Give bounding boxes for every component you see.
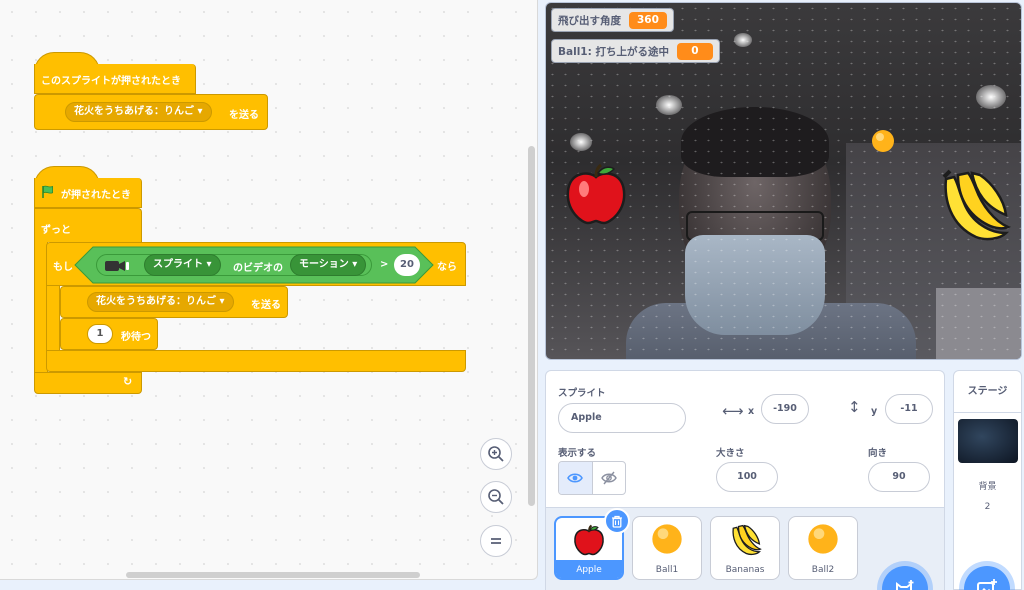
trash-icon	[612, 515, 622, 528]
dropdown-label: スプライト	[153, 259, 203, 270]
direction-label: 向き	[868, 448, 888, 459]
sprite-tile-name: Apple	[576, 565, 602, 575]
forever-block[interactable]: ずっと	[34, 208, 142, 242]
forever-label: ずっと	[41, 225, 71, 236]
dropdown-label: モーション	[299, 259, 349, 270]
horizontal-scrollbar[interactable]	[126, 572, 420, 578]
eye-icon	[567, 473, 584, 483]
show-label: 表示する	[558, 448, 597, 459]
sprite-label: スプライト	[558, 388, 606, 399]
then-label: なら	[437, 262, 457, 273]
video-attribute-dropdown[interactable]: モーション ▾	[290, 254, 367, 276]
wait-suffix: 秒待つ	[121, 332, 151, 343]
sprite-clicked-hat-block[interactable]: このスプライトが押されたとき	[34, 64, 196, 94]
wait-block[interactable]: 1 秒待つ	[60, 318, 158, 350]
dropdown-label: 花火をうちあげる：りんご	[96, 296, 216, 307]
eye-slash-icon	[600, 471, 617, 485]
green-flag-icon	[41, 185, 55, 202]
broadcast-block[interactable]: 花火をうちあげる：りんご ▾ を送る	[60, 286, 288, 318]
y-label: y	[871, 406, 878, 417]
stage-panel-title: ステージ	[954, 371, 1021, 413]
variable-monitor-angle[interactable]: 飛び出す角度 360	[551, 8, 674, 32]
visibility-toggle	[558, 461, 626, 495]
code-area[interactable]: このスプライトが押されたとき 花火をうちあげる：りんご ▾ を送る が押されたと…	[0, 0, 538, 580]
size-label: 大きさ	[716, 448, 745, 459]
monitor-label: Ball1: 打ち上がる途中	[558, 45, 669, 58]
ball-icon	[651, 523, 683, 559]
hat-block-label: このスプライトが押されたとき	[41, 76, 181, 87]
x-label: x	[748, 406, 755, 417]
delete-sprite-button[interactable]	[604, 508, 630, 534]
apple-sprite[interactable]	[564, 163, 628, 229]
chevron-down-icon: ▾	[197, 106, 203, 117]
chevron-down-icon: ▾	[206, 259, 212, 270]
backdrop-label: 背景	[978, 482, 997, 492]
sprite-tile-bananas[interactable]: Bananas	[710, 516, 780, 580]
sprite-tile-name: Bananas	[725, 565, 765, 575]
broadcast-suffix: を送る	[251, 300, 281, 311]
ball-sprite[interactable]	[871, 129, 895, 157]
chevron-down-icon: ▾	[219, 296, 225, 307]
zoom-in-button[interactable]	[480, 438, 512, 470]
forever-foot[interactable]: ↻	[34, 372, 142, 394]
monitor-value: 360	[629, 11, 667, 29]
bananas-icon	[728, 523, 762, 561]
broadcast-message-dropdown[interactable]: 花火をうちあげる：りんご ▾	[87, 292, 234, 312]
video-camera-icon	[104, 258, 130, 277]
hide-button[interactable]	[593, 462, 626, 494]
operator-label: >	[380, 259, 389, 270]
ball-icon	[807, 523, 839, 559]
sprite-tile-ball2[interactable]: Ball2	[788, 516, 858, 580]
x-position-field[interactable]: -190	[761, 394, 809, 424]
backdrop-count: 2	[984, 502, 991, 512]
dropdown-label: 花火をうちあげる：りんご	[74, 106, 194, 117]
video-of-label: のビデオの	[233, 263, 283, 274]
image-add-icon	[977, 579, 997, 590]
sprite-name-field[interactable]: Apple	[558, 403, 686, 433]
stage[interactable]: 飛び出す角度 360 Ball1: 打ち上がる途中 0	[545, 2, 1022, 360]
stage-panel[interactable]: ステージ 背景 2	[953, 370, 1022, 590]
stage-thumbnail[interactable]	[958, 419, 1018, 463]
scratch-editor: このスプライトが押されたとき 花火をうちあげる：りんご ▾ を送る が押されたと…	[0, 0, 1024, 590]
green-flag-hat-block[interactable]: が押されたとき	[34, 178, 142, 208]
wait-seconds-input[interactable]: 1	[87, 324, 113, 344]
zoom-in-icon	[488, 446, 504, 462]
monitor-value: 0	[676, 42, 713, 60]
sprite-tile-name: Ball1	[655, 565, 679, 575]
y-position-field[interactable]: -11	[885, 394, 933, 424]
sprite-info-panel: スプライト Apple ⟷ x -190 ↕ y -11 表示する 大きさ 10…	[545, 370, 945, 590]
chevron-down-icon: ▾	[352, 259, 358, 270]
show-button[interactable]	[559, 462, 593, 494]
zoom-out-button[interactable]	[480, 481, 512, 513]
sprite-properties: スプライト Apple ⟷ x -190 ↕ y -11 表示する 大きさ 10…	[546, 371, 944, 507]
compare-value-input[interactable]: 20	[394, 254, 420, 276]
equals-icon	[491, 538, 501, 544]
video-target-dropdown[interactable]: スプライト ▾	[144, 254, 221, 276]
y-arrows-icon: ↕	[848, 398, 861, 416]
broadcast-block[interactable]: 花火をうちあげる：りんご ▾ を送る	[34, 94, 268, 130]
sprite-tile-name: Ball2	[811, 565, 835, 575]
zoom-reset-button[interactable]	[480, 525, 512, 557]
size-field[interactable]: 100	[716, 462, 778, 492]
broadcast-suffix: を送る	[229, 110, 259, 121]
vertical-scrollbar[interactable]	[528, 146, 535, 506]
direction-field[interactable]: 90	[868, 462, 930, 492]
apple-icon	[573, 524, 605, 560]
bananas-sprite[interactable]	[934, 167, 1012, 249]
broadcast-message-dropdown[interactable]: 花火をうちあげる：りんご ▾	[65, 102, 212, 122]
if-label: もし	[53, 262, 73, 273]
zoom-out-icon	[488, 489, 504, 505]
if-foot[interactable]	[46, 350, 466, 372]
if-arm	[46, 286, 60, 350]
hat-block-label: が押されたとき	[61, 190, 131, 201]
monitor-label: 飛び出す角度	[558, 14, 621, 27]
variable-monitor-ball1[interactable]: Ball1: 打ち上がる途中 0	[551, 39, 720, 63]
sprite-tile-ball1[interactable]: Ball1	[632, 516, 702, 580]
cat-add-icon	[896, 580, 914, 590]
loop-arrow-icon: ↻	[123, 375, 133, 388]
x-arrows-icon: ⟷	[722, 402, 744, 420]
